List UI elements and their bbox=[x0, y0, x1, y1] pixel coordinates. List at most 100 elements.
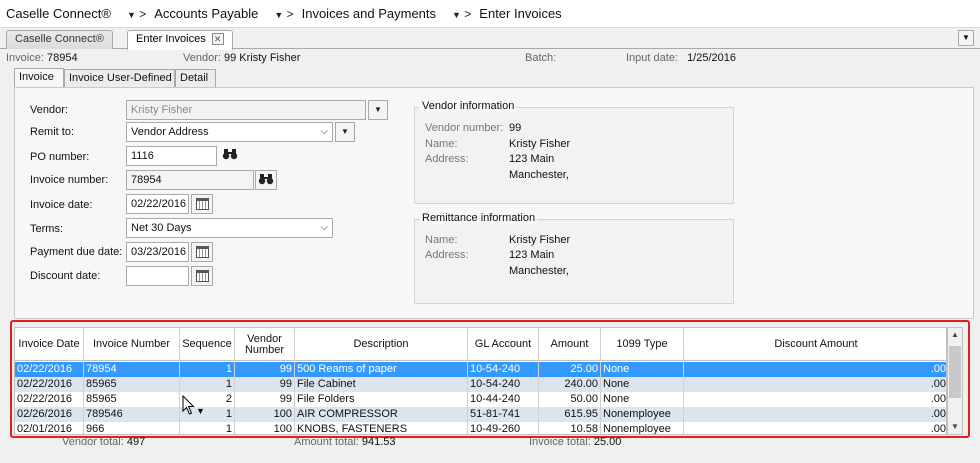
payment-due-date-field[interactable]: 03/23/2016 bbox=[126, 242, 189, 262]
cell-1099-type: Nonemployee bbox=[601, 407, 684, 422]
table-row[interactable]: 02/22/2016 85965 2 99 File Folders 10-44… bbox=[15, 392, 946, 407]
breadcrumb-dropdown-1[interactable]: ▼ > bbox=[119, 7, 146, 21]
invoice-total-value: 25.00 bbox=[593, 436, 622, 448]
invoice-label: Invoice: bbox=[6, 52, 44, 64]
breadcrumb-item-invoices-and-payments[interactable]: Invoices and Payments bbox=[302, 6, 436, 21]
cell-gl-account: 51-81-741 bbox=[468, 407, 539, 422]
cell-description: AIR COMPRESSOR bbox=[295, 407, 468, 422]
app-window: Caselle Connect® ▼ > Accounts Payable ▼ … bbox=[0, 0, 980, 463]
cell-description: 500 Reams of paper bbox=[295, 362, 468, 377]
cell-discount-amount: .00 bbox=[930, 393, 946, 405]
breadcrumb-item-caselle-connect[interactable]: Caselle Connect® bbox=[6, 6, 111, 21]
vendor-dropdown-button[interactable]: ▼ bbox=[368, 100, 388, 120]
discount-date-field[interactable] bbox=[126, 266, 189, 286]
vendor-value: 99 Kristy Fisher bbox=[223, 52, 301, 64]
invoice-date-label: Invoice date: bbox=[30, 199, 93, 211]
chevron-down-icon: ▼ bbox=[962, 33, 970, 42]
tab-invoice[interactable]: Invoice bbox=[14, 68, 64, 88]
vendor-information-title: Vendor information bbox=[420, 100, 517, 112]
tab-caselle-connect[interactable]: Caselle Connect® bbox=[6, 30, 113, 49]
column-header-discount-amount[interactable]: Discount Amount bbox=[684, 328, 946, 361]
column-header-vendor-number[interactable]: Vendor Number bbox=[235, 328, 295, 361]
remit-name-label: Name: bbox=[425, 234, 458, 246]
column-header-sequence[interactable]: Sequence bbox=[180, 328, 235, 361]
column-header-invoice-date[interactable]: Invoice Date bbox=[15, 328, 84, 361]
grid-header: Invoice Date Invoice Number Sequence Ven… bbox=[15, 328, 946, 361]
calendar-icon[interactable] bbox=[191, 242, 213, 262]
cell-description: File Cabinet bbox=[295, 377, 468, 392]
tab-label: Invoice User-Defined bbox=[69, 72, 172, 84]
tab-invoice-user-defined[interactable]: Invoice User-Defined bbox=[64, 69, 175, 87]
cell-discount-amount: .00 bbox=[930, 408, 946, 420]
breadcrumb-item-accounts-payable[interactable]: Accounts Payable bbox=[154, 6, 258, 21]
input-date-value: 1/25/2016 bbox=[687, 52, 736, 64]
cell-invoice-number: 789546 bbox=[84, 407, 180, 422]
column-header-1099-type[interactable]: 1099 Type bbox=[601, 328, 684, 361]
tab-label: Invoice bbox=[19, 71, 54, 83]
column-header-description[interactable]: Description bbox=[295, 328, 468, 361]
breadcrumb-dropdown-3[interactable]: ▼ > bbox=[444, 7, 471, 21]
scroll-up-icon[interactable]: ▲ bbox=[948, 328, 962, 342]
batch-label: Batch: bbox=[525, 52, 557, 64]
table-row[interactable]: 02/22/2016 85965 1 99 File Cabinet 10-54… bbox=[15, 377, 946, 392]
window-list-dropdown-button[interactable]: ▼ bbox=[958, 30, 974, 46]
chevron-down-icon[interactable]: ▼ bbox=[452, 10, 461, 20]
scrollbar-thumb[interactable] bbox=[949, 346, 961, 398]
cell-description: File Folders bbox=[295, 392, 468, 407]
grid-vertical-scrollbar[interactable]: ▲ ▼ bbox=[947, 327, 963, 435]
cell-1099-type: None bbox=[601, 362, 684, 377]
vendor-total-value: 497 bbox=[126, 436, 146, 448]
cell-vendor-number: 100 bbox=[235, 422, 295, 434]
calendar-icon[interactable] bbox=[191, 266, 213, 286]
invoice-date-field[interactable]: 02/22/2016 bbox=[126, 194, 189, 214]
remit-to-select[interactable]: Vendor Address ⌵ bbox=[126, 122, 333, 142]
table-row[interactable]: 02/22/2016 78954 1 99 500 Reams of paper… bbox=[15, 362, 946, 377]
remit-address-label: Address: bbox=[425, 249, 469, 261]
cell-description: KNOBS, FASTENERS bbox=[295, 422, 468, 434]
cell-vendor-number: 100 bbox=[235, 407, 295, 422]
breadcrumb-dropdown-2[interactable]: ▼ > bbox=[266, 7, 293, 21]
tab-detail[interactable]: Detail bbox=[175, 69, 216, 87]
scroll-down-icon[interactable]: ▼ bbox=[948, 420, 962, 434]
breadcrumb: Caselle Connect® ▼ > Accounts Payable ▼ … bbox=[0, 0, 980, 28]
invoice-number-field[interactable]: 78954 bbox=[126, 170, 254, 190]
table-row[interactable]: 02/26/2016 789546 1 100 AIR COMPRESSOR 5… bbox=[15, 407, 946, 422]
column-header-gl-account[interactable]: GL Account bbox=[468, 328, 539, 361]
binoculars-icon[interactable] bbox=[219, 146, 241, 166]
po-number-field[interactable]: 1116 bbox=[126, 146, 217, 166]
chevron-down-icon[interactable]: ▼ bbox=[274, 10, 283, 20]
vendor-field[interactable]: Kristy Fisher bbox=[126, 100, 366, 120]
cell-vendor-number: 99 bbox=[235, 362, 295, 377]
cell-invoice-number: 78954 bbox=[84, 362, 180, 377]
close-icon[interactable]: ✕ bbox=[211, 33, 224, 46]
column-header-amount[interactable]: Amount bbox=[539, 328, 601, 361]
input-date-label: Input date: bbox=[626, 52, 678, 64]
remittance-information-group bbox=[414, 219, 734, 304]
sort-dropdown-icon[interactable]: ▼ bbox=[196, 406, 205, 416]
calendar-icon[interactable] bbox=[191, 194, 213, 214]
vendor-number-label: Vendor number: bbox=[425, 122, 504, 134]
tab-label: Caselle Connect® bbox=[15, 33, 104, 45]
invoice-number-label: Invoice number: bbox=[30, 174, 109, 186]
cell-discount-amount: .00 bbox=[930, 423, 946, 435]
binoculars-icon[interactable] bbox=[255, 170, 277, 190]
remit-to-dropdown-button[interactable]: ▼ bbox=[335, 122, 355, 142]
invoice-total: Invoice total: 25.00 bbox=[529, 436, 621, 448]
header-batch: Batch: bbox=[525, 52, 556, 64]
invoice-value: 78954 bbox=[46, 52, 78, 64]
po-number-label: PO number: bbox=[30, 151, 90, 163]
cell-amount: 10.58 bbox=[539, 422, 601, 434]
cell-invoice-number: 966 bbox=[84, 422, 180, 434]
column-header-invoice-number[interactable]: Invoice Number bbox=[84, 328, 180, 361]
cell-sequence: 1 bbox=[180, 362, 235, 377]
header-vendor: Vendor: 99 Kristy Fisher bbox=[183, 52, 300, 64]
tab-enter-invoices[interactable]: Enter Invoices ✕ bbox=[127, 30, 233, 50]
chevron-down-icon[interactable]: ▼ bbox=[127, 10, 136, 20]
cell-amount: 50.00 bbox=[539, 392, 601, 407]
cell-amount: 25.00 bbox=[539, 362, 601, 377]
cell-gl-account: 10-44-240 bbox=[468, 392, 539, 407]
terms-select[interactable]: Net 30 Days ⌵ bbox=[126, 218, 333, 238]
vendor-total-label: Vendor total: bbox=[62, 436, 124, 448]
header-invoice: Invoice: 78954 bbox=[6, 52, 78, 64]
table-row[interactable]: 02/01/2016 966 1 100 KNOBS, FASTENERS 10… bbox=[15, 422, 946, 435]
